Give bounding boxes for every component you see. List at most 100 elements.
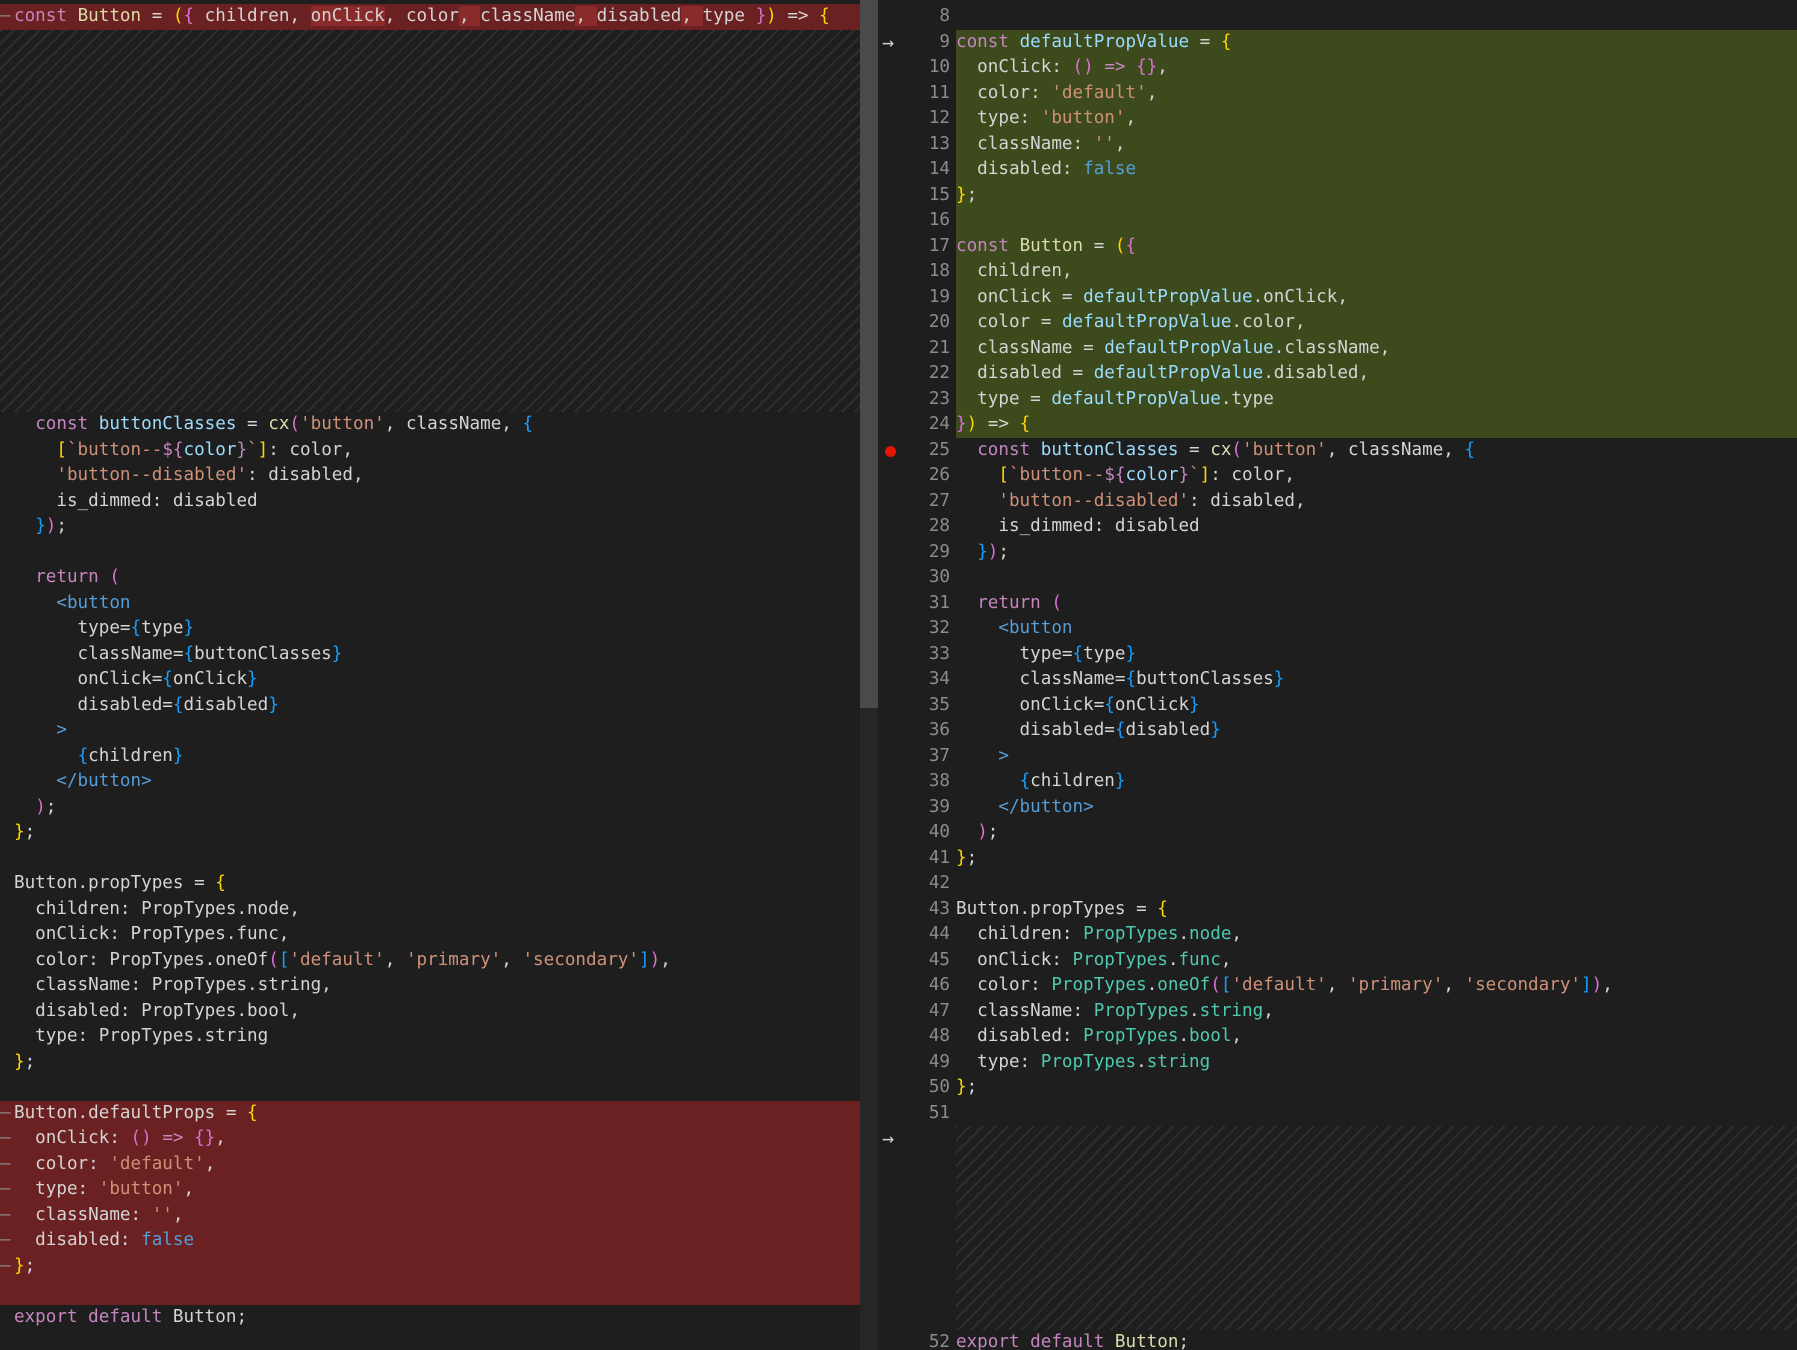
- code-line[interactable]: 43 Button.propTypes = {: [878, 897, 1797, 923]
- diff-placeholder-line[interactable]: [0, 284, 860, 310]
- code-line[interactable]: 8: [878, 4, 1797, 30]
- code-line[interactable]: 'button--disabled': disabled,: [0, 463, 860, 489]
- code-line[interactable]: >: [0, 718, 860, 744]
- code-line[interactable]: 51: [878, 1101, 1797, 1127]
- revert-arrow-icon[interactable]: →: [882, 1126, 894, 1152]
- diff-placeholder-line[interactable]: [0, 131, 860, 157]
- removed-line[interactable]: –};: [0, 1253, 860, 1279]
- code-line[interactable]: disabled={disabled}: [0, 693, 860, 719]
- breakpoint-icon[interactable]: [885, 445, 896, 457]
- code-line[interactable]: disabled: PropTypes.bool,: [0, 999, 860, 1025]
- added-line[interactable]: 21+ className = defaultPropValue.classNa…: [878, 335, 1797, 361]
- diff-placeholder-line[interactable]: [878, 1228, 1797, 1254]
- added-line[interactable]: 12+ type: 'button',: [878, 106, 1797, 132]
- added-line[interactable]: 20+ color = defaultPropValue.color,: [878, 310, 1797, 336]
- code-line[interactable]: };: [0, 1050, 860, 1076]
- code-line[interactable]: 36 disabled={disabled}: [878, 718, 1797, 744]
- code-line[interactable]: className: PropTypes.string,: [0, 973, 860, 999]
- code-line[interactable]: 32 <button: [878, 616, 1797, 642]
- code-line[interactable]: 28 is_dimmed: disabled: [878, 514, 1797, 540]
- added-line[interactable]: 10+ onClick: () => {},: [878, 55, 1797, 81]
- code-line[interactable]: Button.propTypes = {: [0, 871, 860, 897]
- code-line[interactable]: 37 >: [878, 744, 1797, 770]
- original-editor-pane[interactable]: – const Button = ({ children, onClick, co…: [0, 0, 860, 1350]
- added-line[interactable]: 24+}) => {: [878, 412, 1797, 438]
- diff-placeholder-line[interactable]: [0, 208, 860, 234]
- code-line[interactable]: className={buttonClasses}: [0, 642, 860, 668]
- code-line[interactable]: [0, 540, 860, 566]
- added-line[interactable]: 18+ children,: [878, 259, 1797, 285]
- code-line[interactable]: 45 onClick: PropTypes.func,: [878, 948, 1797, 974]
- code-line[interactable]: });: [0, 514, 860, 540]
- diff-placeholder-line[interactable]: [0, 80, 860, 106]
- removed-line[interactable]: – type: 'button',: [0, 1177, 860, 1203]
- added-line[interactable]: 19+ onClick = defaultPropValue.onClick,: [878, 284, 1797, 310]
- added-line[interactable]: 13+ className: '',: [878, 131, 1797, 157]
- code-line[interactable]: 39 </button>: [878, 795, 1797, 821]
- removed-line[interactable]: – disabled: false: [0, 1228, 860, 1254]
- added-line[interactable]: 15+};: [878, 182, 1797, 208]
- diff-placeholder-line[interactable]: [0, 106, 860, 132]
- code-line[interactable]: 41};: [878, 846, 1797, 872]
- revert-arrow-icon[interactable]: →: [882, 30, 894, 56]
- diff-placeholder-line[interactable]: [878, 1279, 1797, 1305]
- code-line[interactable]: 31 return (: [878, 591, 1797, 617]
- code-line[interactable]: {children}: [0, 744, 860, 770]
- removed-line[interactable]: – onClick: () => {},: [0, 1126, 860, 1152]
- code-line[interactable]: 33 type={type}: [878, 642, 1797, 668]
- code-line[interactable]: 49 type: PropTypes.string: [878, 1050, 1797, 1076]
- code-line[interactable]: is_dimmed: disabled: [0, 489, 860, 515]
- diff-scrollbar[interactable]: [860, 0, 878, 1350]
- added-line[interactable]: 14+ disabled: false: [878, 157, 1797, 183]
- diff-placeholder-line[interactable]: [878, 1202, 1797, 1228]
- code-line[interactable]: </button>: [0, 769, 860, 795]
- code-line[interactable]: 48 disabled: PropTypes.bool,: [878, 1024, 1797, 1050]
- diff-placeholder-line[interactable]: [878, 1253, 1797, 1279]
- removed-line[interactable]: – className: '',: [0, 1202, 860, 1228]
- diff-placeholder-line[interactable]: [878, 1304, 1797, 1330]
- code-line[interactable]: 25 const buttonClasses = cx('button', cl…: [878, 438, 1797, 464]
- code-line[interactable]: 52 export default Button;: [878, 1330, 1797, 1350]
- diff-placeholder-line[interactable]: [0, 233, 860, 259]
- added-line[interactable]: 17+const Button = ({: [878, 233, 1797, 259]
- diff-placeholder-line[interactable]: [0, 361, 860, 387]
- diff-placeholder-line[interactable]: [0, 335, 860, 361]
- added-line[interactable]: 16+: [878, 208, 1797, 234]
- code-line[interactable]: 26 [`button--${color}`]: color,: [878, 463, 1797, 489]
- code-line[interactable]: 35 onClick={onClick}: [878, 693, 1797, 719]
- diff-placeholder-line[interactable]: [0, 55, 860, 81]
- removed-line[interactable]: [0, 1279, 860, 1305]
- code-line[interactable]: export default Button;: [0, 1305, 860, 1331]
- code-line[interactable]: 47 className: PropTypes.string,: [878, 999, 1797, 1025]
- modified-editor-pane[interactable]: 8→9+const defaultPropValue = {10+ onClic…: [878, 0, 1797, 1350]
- diff-placeholder-line[interactable]: →: [878, 1126, 1797, 1152]
- diff-placeholder-line[interactable]: [0, 29, 860, 55]
- added-line[interactable]: →9+const defaultPropValue = {: [878, 29, 1797, 56]
- code-line[interactable]: 50};: [878, 1075, 1797, 1101]
- code-line[interactable]: onClick: PropTypes.func,: [0, 922, 860, 948]
- diff-placeholder-line[interactable]: [0, 310, 860, 336]
- code-line[interactable]: <button: [0, 591, 860, 617]
- code-line[interactable]: [0, 1075, 860, 1101]
- diff-placeholder-line[interactable]: [878, 1177, 1797, 1203]
- code-line[interactable]: 40 );: [878, 820, 1797, 846]
- diff-placeholder-line[interactable]: [0, 259, 860, 285]
- code-line[interactable]: type={type}: [0, 616, 860, 642]
- added-line[interactable]: 11+ color: 'default',: [878, 80, 1797, 106]
- diff-placeholder-line[interactable]: [0, 182, 860, 208]
- code-line[interactable]: const buttonClasses = cx('button', class…: [0, 412, 860, 438]
- code-line[interactable]: type: PropTypes.string: [0, 1024, 860, 1050]
- code-line[interactable]: 42: [878, 871, 1797, 897]
- code-line[interactable]: 44 children: PropTypes.node,: [878, 922, 1797, 948]
- code-line[interactable]: );: [0, 795, 860, 821]
- code-line[interactable]: onClick={onClick}: [0, 667, 860, 693]
- diff-placeholder-line[interactable]: [878, 1151, 1797, 1177]
- code-line[interactable]: 30: [878, 565, 1797, 591]
- removed-line[interactable]: – const Button = ({ children, onClick, co…: [0, 4, 860, 30]
- diff-placeholder-line[interactable]: [0, 386, 860, 412]
- code-line[interactable]: 27 'button--disabled': disabled,: [878, 489, 1797, 515]
- added-line[interactable]: 23+ type = defaultPropValue.type: [878, 386, 1797, 412]
- code-line[interactable]: return (: [0, 565, 860, 591]
- code-line[interactable]: 29 });: [878, 540, 1797, 566]
- code-line[interactable]: children: PropTypes.node,: [0, 897, 860, 923]
